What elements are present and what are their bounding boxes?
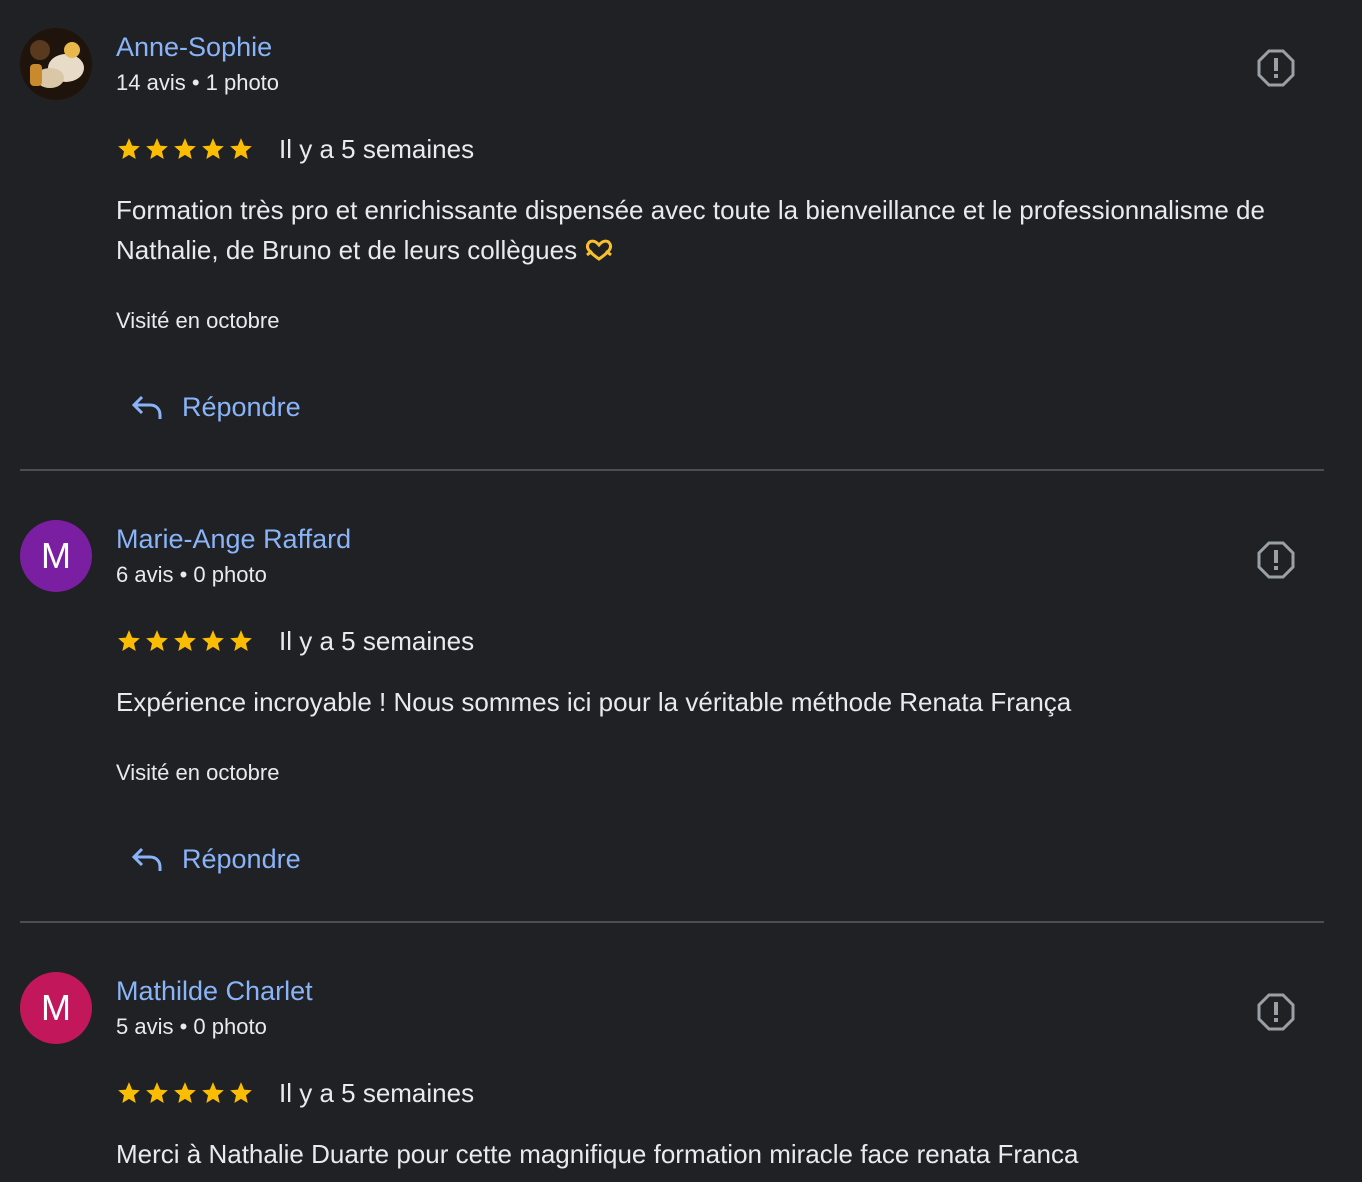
reply-label: Répondre <box>182 844 301 874</box>
author-meta: 5 avis • 0 photo <box>116 1014 267 1039</box>
review-time: Il y a 5 semaines <box>279 1078 475 1108</box>
review-time: Il y a 5 semaines <box>279 134 475 164</box>
review-card: M Mathilde Charlet 5 avis • 0 photo Il y… <box>20 924 1324 1182</box>
reply-button[interactable]: Répondre <box>130 844 301 875</box>
star-icon <box>118 138 140 159</box>
star-icon <box>230 1082 252 1103</box>
star-icon <box>174 1082 196 1103</box>
star-icon <box>202 138 224 159</box>
report-button[interactable] <box>1254 46 1298 90</box>
visited-date: Visité en octobre <box>116 760 280 785</box>
review-time: Il y a 5 semaines <box>279 626 475 656</box>
review-text: Formation très pro et enrichissante disp… <box>116 190 1276 270</box>
divider <box>20 469 1324 471</box>
star-rating <box>116 136 254 162</box>
heart-hands-icon <box>586 239 613 261</box>
review-card: Anne-Sophie 14 avis • 1 photo Il y a 5 s… <box>20 0 1324 472</box>
star-rating <box>116 628 254 654</box>
avatar[interactable]: M <box>20 520 92 592</box>
reply-arrow-icon <box>131 847 162 871</box>
star-icon <box>202 630 224 651</box>
author-name[interactable]: Mathilde Charlet <box>116 976 313 1007</box>
author-meta: 6 avis • 0 photo <box>116 562 267 587</box>
star-icon <box>146 630 168 651</box>
visited-date: Visité en octobre <box>116 308 280 333</box>
reply-arrow-icon <box>131 395 162 419</box>
review-text: Expérience incroyable ! Nous sommes ici … <box>116 687 1072 717</box>
avatar[interactable] <box>20 28 92 100</box>
star-icon <box>146 138 168 159</box>
star-icon <box>174 138 196 159</box>
star-icon <box>118 630 140 651</box>
reply-button[interactable]: Répondre <box>130 392 301 423</box>
author-meta: 14 avis • 1 photo <box>116 70 280 95</box>
report-button[interactable] <box>1254 538 1298 582</box>
star-icon <box>230 630 252 651</box>
report-icon <box>1257 541 1295 579</box>
divider <box>20 921 1324 923</box>
star-icon <box>118 1082 140 1103</box>
star-icon <box>174 630 196 651</box>
report-icon <box>1257 49 1295 87</box>
star-icon <box>146 1082 168 1103</box>
review-card: M Marie-Ange Raffard 6 avis • 0 photo Il… <box>20 472 1324 924</box>
star-icon <box>202 1082 224 1103</box>
author-name[interactable]: Marie-Ange Raffard <box>116 524 351 555</box>
avatar[interactable]: M <box>20 972 92 1044</box>
report-button[interactable] <box>1254 990 1298 1034</box>
star-rating <box>116 1080 254 1106</box>
avatar-letter: M <box>41 987 71 1028</box>
report-icon <box>1257 993 1295 1031</box>
review-text-content: Formation très pro et enrichissante disp… <box>116 195 1265 265</box>
avatar-photo-icon <box>20 28 92 100</box>
star-icon <box>230 138 252 159</box>
review-text: Merci à Nathalie Duarte pour cette magni… <box>116 1139 1079 1169</box>
author-name[interactable]: Anne-Sophie <box>116 32 272 63</box>
avatar-letter: M <box>41 535 71 576</box>
reply-label: Répondre <box>182 392 301 422</box>
